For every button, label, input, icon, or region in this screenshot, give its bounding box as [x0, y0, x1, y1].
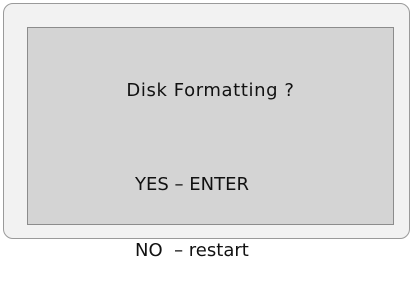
- lcd-screen: Disk Formatting ? YES – ENTER NO – resta…: [27, 27, 394, 261]
- option-yes-enter: YES – ENTER: [135, 174, 249, 195]
- device-display-frame: Disk Formatting ? YES – ENTER NO – resta…: [3, 3, 410, 261]
- dialog-title: Disk Formatting ?: [126, 80, 295, 101]
- option-no-restart: NO – restart: [135, 240, 249, 261]
- dialog-options: YES – ENTER NO – restart: [135, 130, 249, 306]
